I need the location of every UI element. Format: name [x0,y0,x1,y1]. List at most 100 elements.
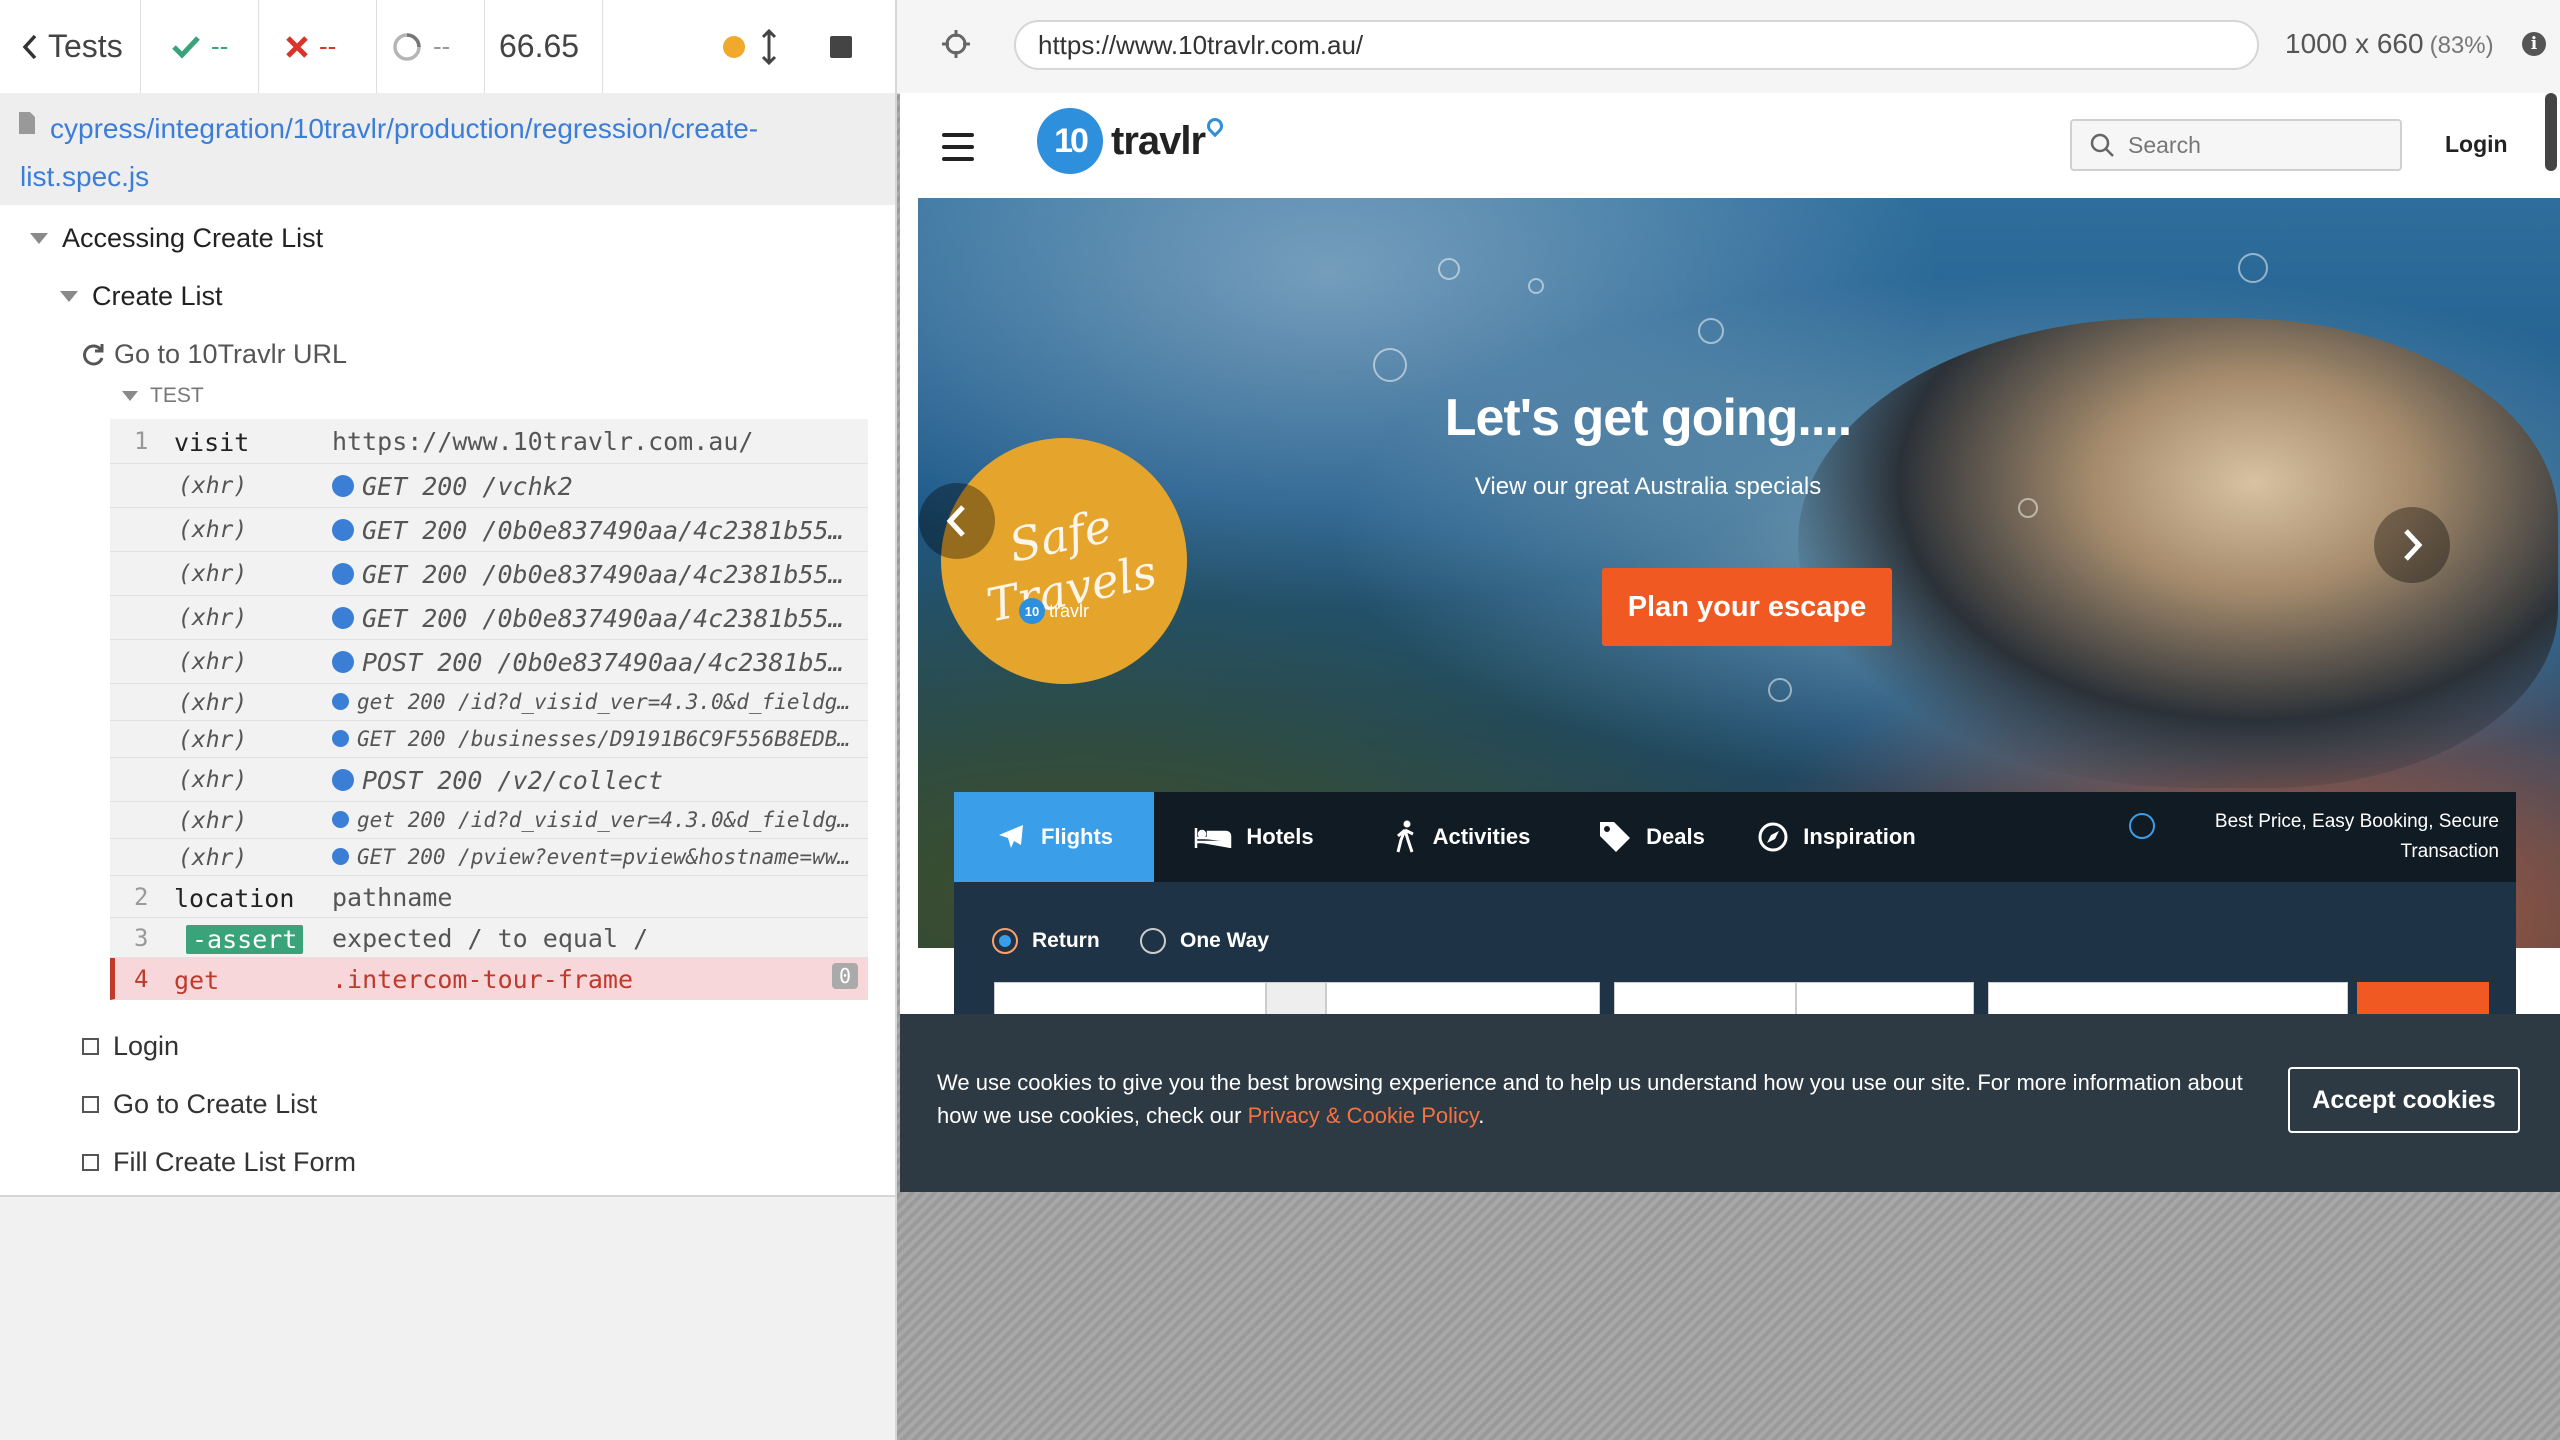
command-name: visit [174,428,250,457]
tab-activities[interactable]: Activities [1354,792,1569,882]
duration-value: 66.65 [499,28,580,64]
cookie-text: We use cookies to give you the best brow… [937,1070,2243,1128]
tab-inspiration[interactable]: Inspiration [1734,792,1939,882]
assert-badge: -assert [186,925,304,954]
passed-count: -- [141,0,259,93]
radio-selected [992,928,1018,954]
booking-widget: Flights Hotels Activities Deals Inspirat… [954,792,2516,1052]
selector-playground-icon[interactable] [940,28,972,60]
command-message: .intercom-tour-frame [332,965,634,994]
xhr-status-dot [332,651,354,673]
stop-button[interactable] [830,0,870,93]
menu-icon[interactable] [942,133,974,161]
command-name: (xhr) [178,727,248,753]
badge-logo-mark: 10 [1019,598,1045,624]
xhr-status-dot [332,769,354,791]
pending-value: -- [433,31,451,61]
suite-create-list[interactable]: Create List [60,281,223,312]
carousel-next-button[interactable] [2374,507,2450,583]
command-row[interactable]: (xhr) GET 200 /0b0e837490aa/4c2381b551c.… [110,596,868,640]
trip-type-one-way[interactable]: One Way [1140,928,1269,954]
suite-title: Accessing Create List [62,223,324,253]
tab-deals[interactable]: Deals [1569,792,1734,882]
command-name: (xhr) [178,845,248,871]
back-label: Tests [48,28,123,64]
xhr-status-dot [332,847,349,865]
site-logo[interactable]: 10 travlr [1037,108,1227,174]
bubble [2238,253,2268,283]
command-name: (xhr) [178,649,248,675]
run-status [603,0,789,93]
best-price-text: Best Price, Easy Booking, Secure Transac… [2214,811,2499,862]
assert-expected: expected [332,924,453,953]
test-go-to-create-list[interactable]: Go to Create List [82,1089,317,1120]
site-search[interactable] [2070,119,2402,171]
duration: 66.65 [485,0,603,93]
command-row[interactable]: (xhr) GET 200 /0b0e837490aa/4c2381b551c.… [110,508,868,552]
site-header: 10 travlr Login [900,93,2560,198]
command-row[interactable]: 3 -assert expected / to equal / [110,918,868,958]
command-message: GET 200 /0b0e837490aa/4c2381b551c... [362,604,856,633]
plan-your-escape-button[interactable]: Plan your escape [1602,568,1892,646]
failed-count: -- [259,0,377,93]
trip-type-return[interactable]: Return [992,928,1100,954]
command-row[interactable]: (xhr) POST 200 /v2/collect [110,758,868,802]
radio-unselected [1140,928,1166,954]
command-row[interactable]: (xhr) GET 200 /businesses/D9191B6C9F556B… [110,721,868,758]
runner-header: Tests -- -- -- 66.65 [0,0,895,94]
accept-cookies-button[interactable]: Accept cookies [2288,1067,2520,1133]
tab-label: Activities [1432,824,1531,849]
scrollbar[interactable] [2545,93,2557,171]
element-count-badge: 0 [831,963,858,989]
chevron-left-icon [946,505,965,537]
command-name: location [174,884,295,913]
test-section-header[interactable]: TEST [122,384,204,408]
logo-text: travlr [1111,118,1206,163]
tab-flights[interactable]: Flights [954,792,1154,882]
spec-file-path: cypress/integration/10travlr/production/… [0,93,895,206]
command-row[interactable]: (xhr) GET 200 /vchk2 [110,464,868,508]
test-go-to-url[interactable]: Go to 10Travlr URL [80,339,347,370]
command-name: (xhr) [178,808,248,834]
spec-path-link[interactable]: cypress/integration/10travlr/production/… [20,105,800,201]
bubble [1438,258,1460,280]
hero-title: Let's get going.... [1444,389,1852,447]
command-message: get 200 /id?d_visid_ver=4.3.0&d_fieldgr.… [357,808,856,832]
privacy-policy-link[interactable]: Privacy & Cookie Policy [1248,1103,1479,1128]
test-fill-create-list-form[interactable]: Fill Create List Form [82,1147,356,1178]
search-input[interactable] [2126,130,2370,160]
safe-travels-badge[interactable]: Safe Travels 10 travlr [941,438,1187,684]
command-row[interactable]: (xhr) get 200 /id?d_visid_ver=4.3.0&d_fi… [110,802,868,839]
command-message: POST 200 /v2/collect [362,766,664,795]
command-row[interactable]: (xhr) GET 200 /0b0e837490aa/4c2381b551c.… [110,552,868,596]
back-to-tests-button[interactable]: Tests [0,0,141,93]
check-icon [172,35,200,59]
tab-hotels[interactable]: Hotels [1154,792,1354,882]
command-row[interactable]: (xhr) get 200 /id?d_visid_ver=4.3.0&d_fi… [110,684,868,721]
x-icon [286,35,308,58]
bubble [1698,318,1724,344]
command-row[interactable]: (xhr) GET 200 /pview?event=pview&hostnam… [110,839,868,876]
tab-label: Inspiration [1803,824,1916,849]
suite-accessing-create-list[interactable]: Accessing Create List [30,223,323,254]
command-message: GET 200 /0b0e837490aa/4c2381b551c... [362,560,856,589]
command-row[interactable]: 2 location pathname [110,876,868,918]
test-title: Login [113,1031,180,1061]
passed-value: -- [211,31,229,61]
command-message: GET 200 /businesses/D9191B6C9F556B8EDB9.… [357,727,856,751]
radio-label: Return [1032,929,1100,952]
info-icon[interactable]: i [2522,32,2546,56]
caret-down-icon [30,233,48,244]
url-field[interactable]: https://www.10travlr.com.au/ [1014,20,2259,70]
command-row-failed[interactable]: 4 get .intercom-tour-frame 0 [110,958,868,1000]
login-link[interactable]: Login [2445,131,2508,158]
compass-icon [1758,822,1788,852]
xhr-status-dot [332,692,349,710]
command-row[interactable]: (xhr) POST 200 /0b0e837490aa/4c2381b551.… [110,640,868,684]
xhr-status-dot [332,475,354,497]
test-login[interactable]: Login [82,1031,179,1062]
carousel-prev-button[interactable] [919,483,995,559]
command-row[interactable]: 1 visit https://www.10travlr.com.au/ [110,419,868,464]
bed-icon [1195,828,1232,848]
resize-vertical-icon[interactable] [759,28,779,65]
